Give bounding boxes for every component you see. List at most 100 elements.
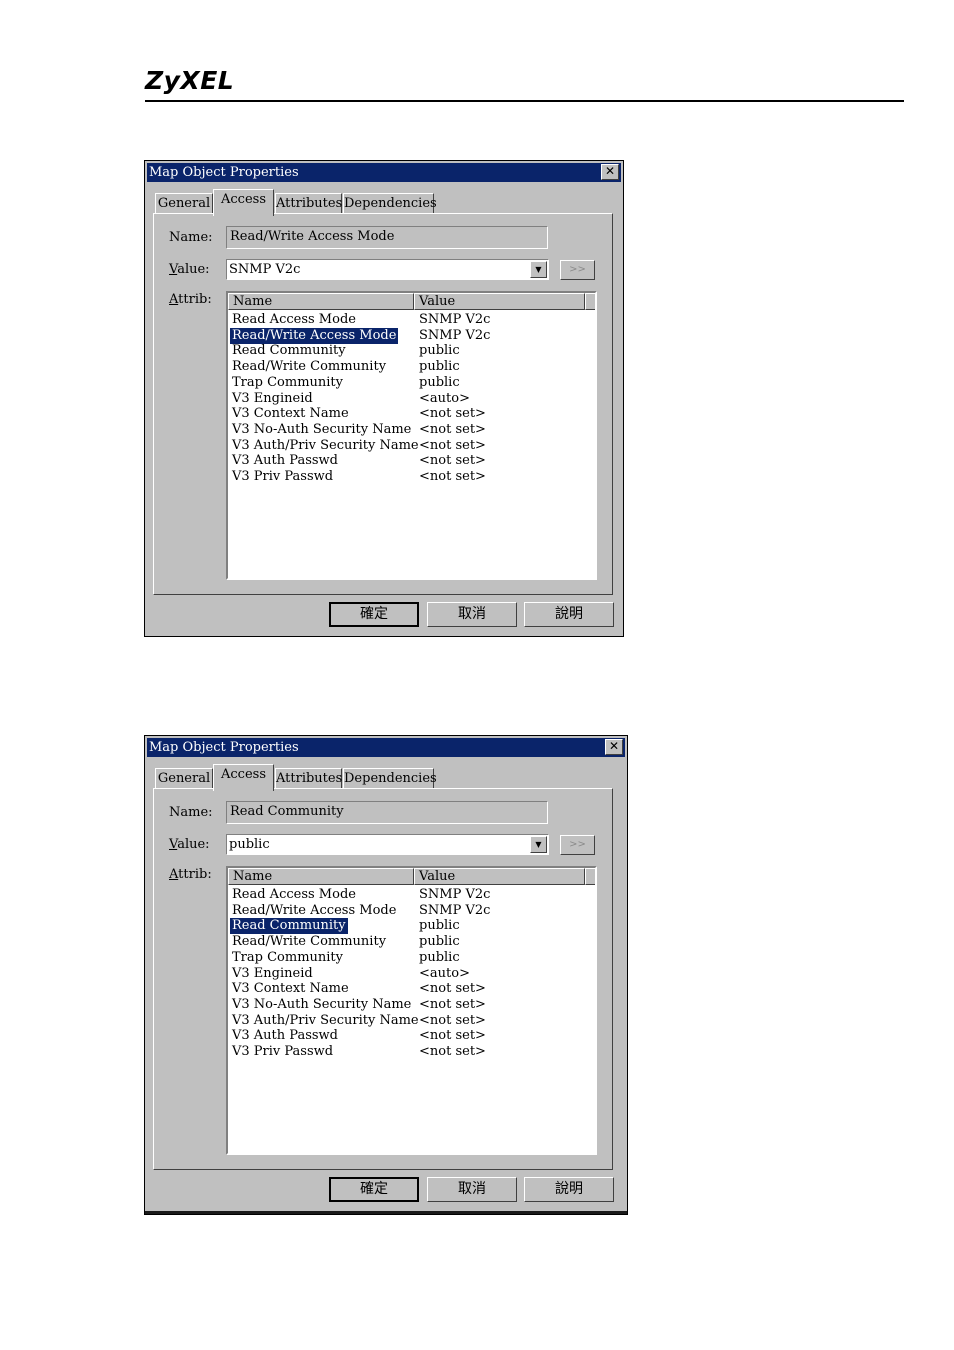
close-icon[interactable]: ✕ (601, 164, 619, 180)
list-row[interactable]: V3 No-Auth Security Name <not set> (228, 422, 595, 438)
chevron-down-icon[interactable]: ▼ (530, 836, 547, 853)
column-header-value[interactable]: Value (414, 868, 585, 885)
map-object-properties-dialog: Map Object Properties ✕ General Access Attri… (144, 735, 628, 1215)
list-row[interactable]: V3 Auth/Priv Security Name <not set> (228, 1013, 595, 1029)
row-name: Read Community (232, 343, 346, 359)
row-name: V3 Priv Passwd (232, 469, 334, 484)
attrib-list[interactable]: Name Value Read Access Mode SNMP V2c Read/Wr… (226, 866, 597, 1155)
attrib-list[interactable]: Name Value Read Access Mode SNMP V2c Read/Wr… (226, 291, 597, 580)
row-value: SNMP V2c (419, 327, 491, 343)
list-row[interactable]: Read/Write Community public (228, 359, 595, 375)
attrib-label-text: ttrib: (178, 292, 212, 307)
tab-general[interactable]: General (155, 768, 213, 790)
row-value: <not set> (419, 453, 486, 469)
list-row[interactable]: Read Access Mode SNMP V2c (228, 887, 595, 903)
cancel-button[interactable]: 取消 (427, 1177, 517, 1202)
access-panel: Name: Read Community Value: public ▼ >> Attrib… (153, 788, 613, 1170)
more-button[interactable]: >> (560, 835, 595, 855)
tab-attributes[interactable]: Attributes (275, 768, 342, 790)
value-label-accesskey: V (169, 837, 178, 852)
value-dropdown[interactable]: public ▼ (226, 834, 549, 855)
list-row[interactable]: Read Access Mode SNMP V2c (228, 312, 595, 328)
row-name: Read Community (229, 917, 349, 936)
attrib-label-text: ttrib: (178, 867, 212, 882)
attrib-label: Attrib: (169, 292, 212, 307)
row-value: public (419, 918, 460, 934)
help-button[interactable]: 說明 (524, 1177, 614, 1202)
name-field: Read/Write Access Mode (226, 226, 548, 249)
row-value: <not set> (419, 1028, 486, 1044)
list-row[interactable]: V3 Engineid <auto> (228, 966, 595, 982)
row-value: <auto> (419, 965, 470, 981)
column-header-value[interactable]: Value (414, 293, 585, 310)
row-value: public (419, 934, 460, 950)
list-row[interactable]: V3 Priv Passwd <not set> (228, 1044, 595, 1060)
list-row[interactable]: V3 Context Name <not set> (228, 981, 595, 997)
tab-attributes[interactable]: Attributes (275, 193, 342, 215)
tab-access[interactable]: Access (213, 764, 274, 791)
tab-access[interactable]: Access (213, 189, 274, 216)
row-name: Read/Write Community (232, 934, 387, 950)
list-row[interactable]: V3 No-Auth Security Name <not set> (228, 997, 595, 1013)
list-row[interactable]: Trap Community public (228, 950, 595, 966)
tab-dependencies[interactable]: Dependencies (343, 768, 437, 790)
title-bar: Map Object Properties ✕ (147, 738, 625, 757)
row-value: <not set> (419, 437, 486, 453)
list-row[interactable]: Read/Write Access Mode SNMP V2c (228, 903, 595, 919)
row-name: V3 Engineid (232, 965, 313, 981)
list-row[interactable]: Read Community public (228, 917, 595, 936)
name-field: Read Community (226, 801, 548, 824)
row-value: <not set> (419, 1012, 486, 1028)
list-row[interactable]: Read/Write Community public (228, 934, 595, 950)
attrib-label-accesskey: A (169, 292, 179, 307)
row-name: V3 Auth Passwd (232, 1028, 338, 1044)
row-name: Read Access Mode (232, 887, 356, 902)
row-name: V3 Priv Passwd (232, 1044, 334, 1059)
ok-button[interactable]: 確定 (329, 602, 419, 627)
row-value: SNMP V2c (419, 312, 491, 327)
value-label-text: alue: (177, 837, 210, 852)
chevron-down-icon[interactable]: ▼ (530, 261, 547, 278)
list-row[interactable]: Read/Write Access Mode SNMP V2c (228, 326, 595, 345)
list-row[interactable]: V3 Engineid <auto> (228, 391, 595, 407)
value-label: Value: (169, 262, 210, 277)
title-bar: Map Object Properties ✕ (147, 163, 621, 182)
row-name: V3 No-Auth Security Name (232, 421, 412, 437)
row-value: <auto> (419, 390, 470, 406)
tab-general[interactable]: General (155, 193, 213, 215)
list-row[interactable]: Read Community public (228, 343, 595, 359)
help-button[interactable]: 說明 (524, 602, 614, 627)
row-name: Read/Write Access Mode (232, 902, 397, 918)
row-name: Read Access Mode (232, 312, 356, 327)
ok-button[interactable]: 確定 (329, 1177, 419, 1202)
list-row[interactable]: V3 Auth/Priv Security Name <not set> (228, 438, 595, 454)
list-row[interactable]: V3 Context Name <not set> (228, 406, 595, 422)
row-value: <not set> (419, 1044, 486, 1059)
cancel-button[interactable]: 取消 (427, 602, 517, 627)
list-row[interactable]: V3 Priv Passwd <not set> (228, 469, 595, 485)
value-label-text: alue: (177, 262, 210, 277)
zyxel-logo: ZyXEL (145, 66, 235, 95)
header-rule (145, 100, 904, 102)
row-value: SNMP V2c (419, 902, 491, 918)
column-header-name[interactable]: Name (228, 293, 414, 310)
more-button[interactable]: >> (560, 260, 595, 280)
row-value: SNMP V2c (419, 887, 491, 902)
row-value: public (419, 374, 460, 390)
close-icon[interactable]: ✕ (605, 739, 623, 755)
row-name: Trap Community (232, 949, 343, 965)
tab-dependencies[interactable]: Dependencies (343, 193, 437, 215)
row-name: V3 Engineid (232, 390, 313, 406)
row-value: <not set> (419, 406, 486, 422)
value-label: Value: (169, 837, 210, 852)
row-name: Read/Write Community (232, 359, 387, 375)
list-row[interactable]: Trap Community public (228, 375, 595, 391)
row-value: <not set> (419, 996, 486, 1012)
column-header-name[interactable]: Name (228, 868, 414, 885)
dialog-title: Map Object Properties (149, 740, 299, 755)
value-dropdown[interactable]: SNMP V2c ▼ (226, 259, 549, 280)
list-row[interactable]: V3 Auth Passwd <not set> (228, 1028, 595, 1044)
row-value: public (419, 359, 460, 375)
list-row[interactable]: V3 Auth Passwd <not set> (228, 453, 595, 469)
value-label-accesskey: V (169, 262, 178, 277)
